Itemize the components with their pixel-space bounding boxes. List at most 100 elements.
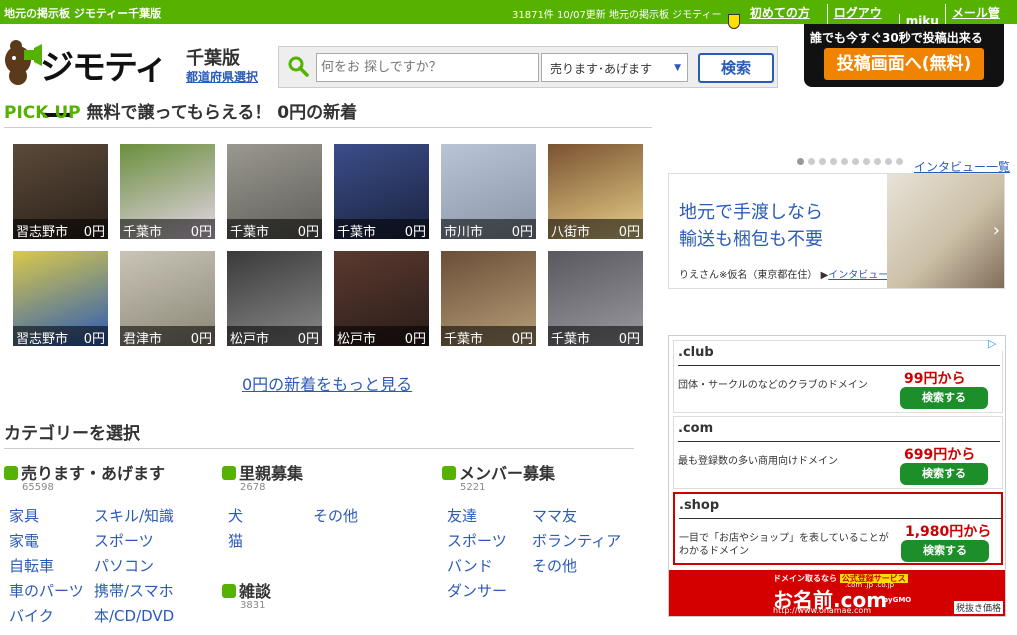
category-link[interactable]: その他 — [532, 555, 577, 576]
ad-price: 99円から — [904, 371, 966, 387]
free-item-thumb[interactable]: 市川市 0円 — [441, 144, 536, 239]
category-link[interactable]: ボランティア — [532, 530, 621, 551]
banner-interview-link[interactable]: インタビュー — [828, 270, 888, 281]
site-logo[interactable]: ジモティー — [2, 36, 182, 137]
top-bar: 地元の掲示板 ジモティー千葉版 31871件 10/07更新 地元の掲示板 ジモ… — [0, 0, 1017, 38]
item-caption: 千葉市 0円 — [548, 326, 643, 346]
onamae-gmo: byGMO — [883, 596, 912, 604]
chevron-right-icon[interactable]: › — [993, 220, 1000, 241]
onamae-banner[interactable]: ドメイン取るなら 公式登録サービス .com .jp .co.jp お名前.co… — [669, 570, 1005, 616]
item-city: 千葉市 — [123, 225, 163, 239]
divider — [678, 441, 1000, 442]
free-item-thumb[interactable]: 八街市 0円 — [548, 144, 643, 239]
more-free-items-link[interactable]: 0円の新着をもっと見る — [242, 371, 412, 395]
category-chat[interactable]: 雑談 — [222, 578, 271, 602]
item-price: 0円 — [511, 225, 533, 239]
category-members[interactable]: メンバー募集 — [442, 460, 555, 484]
category-link[interactable]: 家電 — [9, 530, 39, 551]
category-link[interactable]: その他 — [313, 505, 358, 526]
category-link[interactable]: ママ友 — [532, 505, 577, 526]
free-item-thumb[interactable]: 君津市 0円 — [120, 251, 215, 346]
interview-banner[interactable]: 地元で手渡しなら 輸送も梱包も不要 りえさん※仮名（東京都在住） ▶インタビュー… — [668, 173, 1005, 289]
ad-search-button[interactable]: 検索する — [900, 387, 988, 409]
item-price: 0円 — [83, 225, 105, 239]
category-sell[interactable]: 売ります・あげます — [4, 460, 165, 484]
category-link[interactable]: 車のパーツ — [9, 580, 84, 601]
category-link[interactable]: 自転車 — [9, 555, 54, 576]
item-price: 0円 — [190, 225, 212, 239]
item-caption: 市川市 0円 — [441, 219, 536, 239]
free-item-thumb[interactable]: 千葉市 0円 — [227, 144, 322, 239]
category-link[interactable]: ダンサー — [447, 580, 507, 601]
ad-search-button[interactable]: 検索する — [901, 540, 989, 562]
item-price: 0円 — [297, 225, 319, 239]
item-caption: 千葉市 0円 — [441, 326, 536, 346]
ad-desc: 最も登録数の多い商用向けドメイン — [678, 456, 838, 467]
post-button[interactable]: 投稿画面へ(無料) — [824, 48, 984, 80]
item-city: 千葉市 — [551, 332, 591, 346]
item-price: 0円 — [618, 225, 640, 239]
banner-credit-name: りえさん※仮名（東京都在住） — [679, 270, 818, 281]
category-pet-adoption[interactable]: 里親募集 — [222, 460, 303, 484]
free-item-thumb[interactable]: 千葉市 0円 — [334, 144, 429, 239]
prefecture-select-link[interactable]: 都道府県選択 — [186, 68, 258, 85]
carousel-dot[interactable] — [863, 158, 870, 165]
category-pet-count: 2678 — [240, 482, 266, 493]
category-link[interactable]: 友達 — [447, 505, 477, 526]
item-price: 0円 — [404, 225, 426, 239]
paw-icon — [222, 466, 236, 480]
item-caption: 千葉市 0円 — [120, 219, 215, 239]
ad-block-shop[interactable]: .shop 一目で「お店やショップ」を表していることがわかるドメイン 1,980… — [673, 492, 1003, 565]
search-category-select[interactable]: 売ります･あげます ▼ — [541, 53, 688, 82]
item-caption: 八街市 0円 — [548, 219, 643, 239]
free-item-thumb[interactable]: 松戸市 0円 — [334, 251, 429, 346]
carousel-dot[interactable] — [896, 158, 903, 165]
category-link[interactable]: 本/CD/DVD — [94, 605, 174, 626]
free-item-thumb[interactable]: 習志野市 0円 — [13, 144, 108, 239]
search-input[interactable] — [316, 53, 539, 82]
carousel-dots[interactable] — [797, 158, 903, 165]
item-price: 0円 — [511, 332, 533, 346]
category-link[interactable]: スキル/知識 — [94, 505, 174, 526]
carousel-dot[interactable] — [830, 158, 837, 165]
category-link[interactable]: バンド — [447, 555, 493, 576]
category-pet-label: 里親募集 — [239, 464, 304, 483]
carousel-dot[interactable] — [819, 158, 826, 165]
item-caption: 松戸市 0円 — [227, 326, 322, 346]
item-caption: 君津市 0円 — [120, 326, 215, 346]
carousel-dot[interactable] — [808, 158, 815, 165]
ad-search-button[interactable]: 検索する — [900, 463, 988, 485]
category-link[interactable]: スポーツ — [447, 530, 507, 551]
free-item-thumb[interactable]: 千葉市 0円 — [548, 251, 643, 346]
free-item-thumb[interactable]: 習志野市 0円 — [13, 251, 108, 346]
carousel-dot[interactable] — [797, 158, 804, 165]
ad-block-com[interactable]: .com 最も登録数の多い商用向けドメイン 699円から 検索する — [673, 416, 1003, 489]
free-item-thumb[interactable]: 松戸市 0円 — [227, 251, 322, 346]
prefecture-title: 千葉版 — [186, 48, 240, 69]
ad-block-club[interactable]: .club 団体・サークルのなどのクラブのドメイン 99円から 検索する — [673, 340, 1003, 413]
search-category-value: 売ります･あげます — [550, 62, 653, 76]
ad-choices-icon[interactable]: ▷ — [988, 337, 1004, 351]
carousel-dot[interactable] — [841, 158, 848, 165]
category-link[interactable]: 家具 — [9, 505, 39, 526]
category-chat-count: 3831 — [240, 600, 266, 611]
onamae-top-text: ドメイン取るなら — [773, 574, 837, 583]
free-item-thumb[interactable]: 千葉市 0円 — [120, 144, 215, 239]
category-link[interactable]: バイク — [9, 605, 54, 626]
category-link[interactable]: 携帯/スマホ — [94, 580, 174, 601]
search-bar: 売ります･あげます ▼ 検索 — [278, 46, 778, 88]
carousel-dot[interactable] — [885, 158, 892, 165]
category-link[interactable]: スポーツ — [94, 530, 154, 551]
category-link[interactable]: パソコン — [94, 555, 154, 576]
category-link[interactable]: 猫 — [228, 530, 243, 551]
pickup-heading: PICK UP 無料で譲ってもらえる！ 0円の新着 — [4, 98, 357, 123]
ad-domain: .shop — [679, 498, 720, 513]
category-link[interactable]: 犬 — [228, 505, 243, 526]
item-price: 0円 — [297, 332, 319, 346]
category-members-label: メンバー募集 — [459, 464, 556, 483]
search-button[interactable]: 検索 — [698, 53, 774, 83]
item-price: 0円 — [618, 332, 640, 346]
free-item-thumb[interactable]: 千葉市 0円 — [441, 251, 536, 346]
carousel-dot[interactable] — [874, 158, 881, 165]
carousel-dot[interactable] — [852, 158, 859, 165]
